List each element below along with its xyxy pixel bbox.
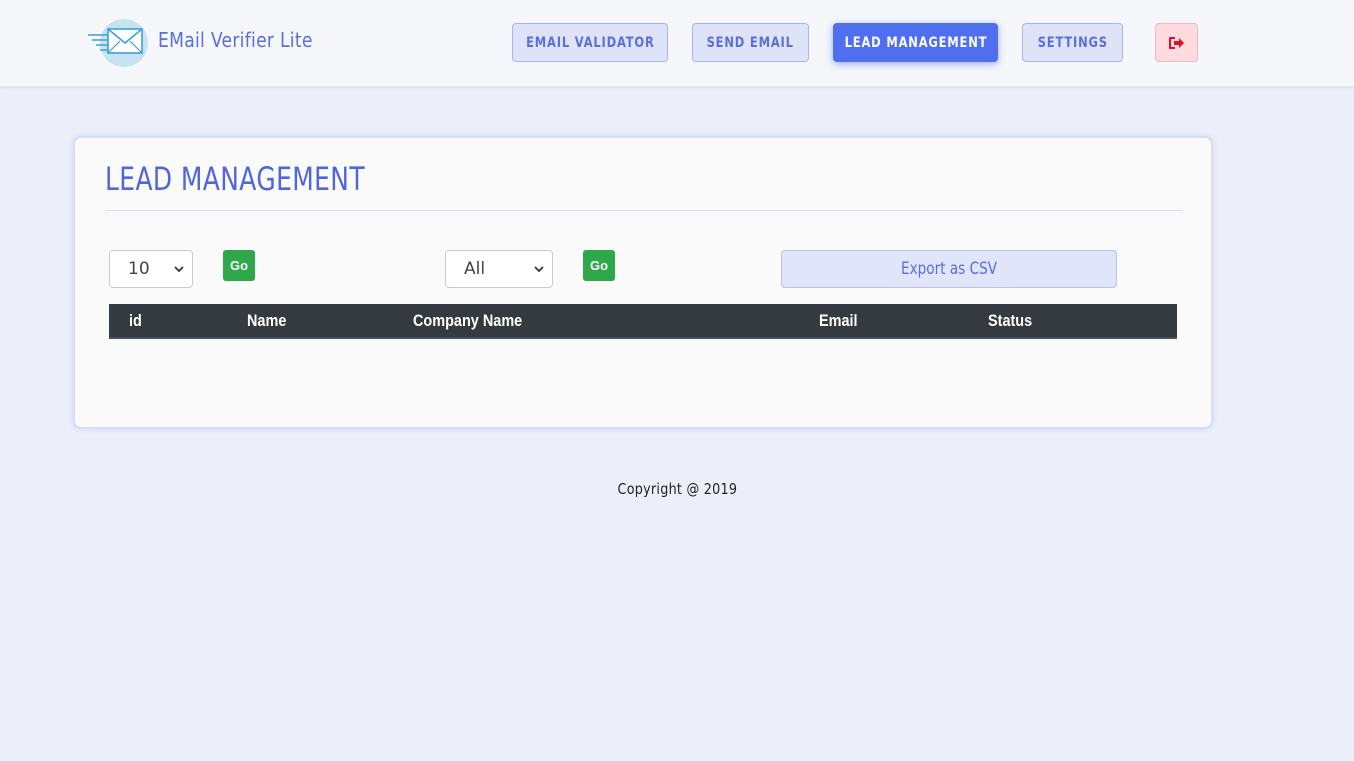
column-header-id[interactable]: id [129,311,142,331]
export-csv-button[interactable]: Export as CSV [781,250,1117,288]
copyright-text: Copyright @ 2019 [617,480,737,498]
status-filter-go-button[interactable]: Go [583,250,615,281]
go-label: Go [229,258,249,273]
column-header-status[interactable]: Status [988,311,1032,331]
nav-email-validator-label: EMAIL VALIDATOR [525,34,655,51]
nav-settings-label: SETTINGS [1037,34,1108,51]
nav-send-email[interactable]: SEND EMAIL [692,23,809,62]
logout-button[interactable] [1155,23,1198,62]
sign-out-icon [1168,36,1184,49]
leads-table-header: id Name Company Name Email Status [109,304,1177,339]
envelope-icon [88,18,150,68]
top-navbar: EMail Verifier Lite EMAIL VALIDATOR SEND… [0,0,1354,87]
page-size-go-button[interactable]: Go [223,250,255,281]
column-header-name[interactable]: Name [247,311,286,331]
nav-email-validator[interactable]: EMAIL VALIDATOR [512,23,668,62]
page-size-value: 10 [128,259,150,279]
title-divider [105,210,1183,211]
export-csv-label: Export as CSV [900,259,998,279]
brand[interactable]: EMail Verifier Lite [88,18,338,68]
nav-lead-management[interactable]: LEAD MANAGEMENT [833,23,998,62]
page-title: LEAD MANAGEMENT [105,160,366,198]
nav-lead-management-label: LEAD MANAGEMENT [844,34,987,51]
nav-settings[interactable]: SETTINGS [1022,23,1123,62]
app-title: EMail Verifier Lite [158,28,313,52]
chevron-down-icon [534,266,544,273]
page-size-select[interactable]: 10 [109,250,193,288]
column-header-company-name[interactable]: Company Name [413,311,522,331]
status-filter-value: All [464,259,486,279]
column-header-email[interactable]: Email [819,311,858,331]
status-filter-select[interactable]: All [445,250,553,288]
nav-send-email-label: SEND EMAIL [706,34,795,51]
chevron-down-icon [174,266,184,273]
lead-management-card: LEAD MANAGEMENT 10 Go All Go Export as C… [73,136,1213,429]
go-label: Go [589,258,609,273]
footer: Copyright @ 2019 [0,480,1354,498]
